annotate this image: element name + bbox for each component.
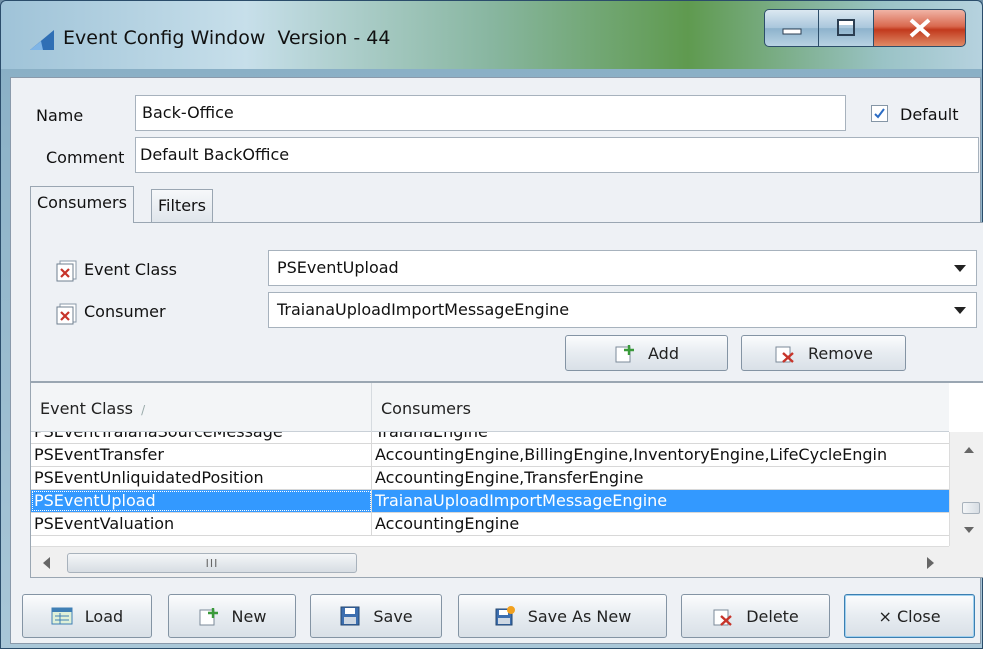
remove-button-label: Remove <box>808 343 873 363</box>
new-icon <box>199 608 218 626</box>
checkmark-icon <box>874 108 885 119</box>
event-class-dropdown[interactable]: PSEventUpload <box>268 250 977 286</box>
save-button-label: Save <box>373 606 413 626</box>
consumer-label: Consumer <box>84 302 166 321</box>
cell-consumers: TraianaEngine <box>372 432 949 443</box>
scroll-left-arrow-icon[interactable] <box>43 557 50 569</box>
cell-event-class: PSEventTraianaSourceMessage <box>31 432 372 443</box>
dropdown-arrow-icon <box>954 265 966 272</box>
default-label: Default <box>900 105 959 124</box>
vertical-scrollbar[interactable] <box>949 432 983 546</box>
scroll-grip: III <box>205 556 219 570</box>
column-header-label: Event Class <box>40 399 134 418</box>
table-row-selected[interactable]: PSEventUpload TraianaUploadImportMessage… <box>31 490 949 513</box>
consumer-value: TraianaUploadImportMessageEngine <box>277 300 570 319</box>
footer-toolbar: Load New Save Save As New Delete × Close <box>11 584 980 642</box>
minimize-icon <box>782 28 801 35</box>
column-header-label: Consumers <box>381 399 471 418</box>
column-header-consumers[interactable]: Consumers <box>372 383 949 432</box>
save-as-new-button[interactable]: Save As New <box>458 594 667 638</box>
new-button-label: New <box>231 606 267 626</box>
delete-icon <box>713 609 733 626</box>
maximize-icon <box>837 19 855 36</box>
sort-indicator-icon: / <box>141 403 146 417</box>
maximize-button[interactable] <box>819 9 874 47</box>
event-class-label: Event Class <box>84 260 178 279</box>
save-button[interactable]: Save <box>310 594 442 638</box>
minimize-button[interactable] <box>764 9 819 47</box>
scroll-right-arrow-icon[interactable] <box>927 557 934 569</box>
add-button-label: Add <box>648 343 679 363</box>
add-icon <box>615 345 634 363</box>
window-close-button[interactable] <box>874 9 966 47</box>
window-content: Name Back-Office Default Comment Default… <box>10 77 983 644</box>
table-row[interactable]: PSEventUnliquidatedPosition AccountingEn… <box>31 467 949 490</box>
add-button[interactable]: Add <box>565 335 728 371</box>
scroll-up-arrow-icon[interactable] <box>964 447 974 453</box>
default-checkbox[interactable] <box>871 105 888 122</box>
table-row[interactable]: PSEventTraianaSourceMessage TraianaEngin… <box>31 432 949 444</box>
event-class-value: PSEventUpload <box>277 258 399 277</box>
consumer-dropdown[interactable]: TraianaUploadImportMessageEngine <box>268 292 977 328</box>
comment-label: Comment <box>46 148 125 167</box>
cell-event-class: PSEventUpload <box>31 490 372 512</box>
remove-button[interactable]: Remove <box>741 335 906 371</box>
load-icon <box>51 607 73 625</box>
remove-icon <box>775 346 794 363</box>
horizontal-scrollbar[interactable]: III <box>31 546 949 577</box>
remove-consumer-icon[interactable] <box>56 303 78 325</box>
cell-consumers: TraianaUploadImportMessageEngine <box>375 491 668 510</box>
delete-button[interactable]: Delete <box>681 594 830 638</box>
save-icon <box>340 606 360 626</box>
table-row[interactable]: PSEventValuation AccountingEngine <box>31 513 949 536</box>
event-consumers-table: Event Class / Consumers PSEventTraianaSo… <box>30 382 983 578</box>
comment-input[interactable]: Default BackOffice <box>135 137 979 173</box>
tab-consumers[interactable]: Consumers <box>30 186 134 223</box>
table-header: Event Class / Consumers <box>31 383 949 432</box>
event-config-window: Event Config Window Version - 44 Name Ba… <box>0 0 983 649</box>
table-body: PSEventTraianaSourceMessage TraianaEngin… <box>31 432 949 546</box>
cell-consumers: AccountingEngine,TransferEngine <box>375 468 644 487</box>
name-input[interactable]: Back-Office <box>135 95 846 131</box>
load-button-label: Load <box>84 606 124 626</box>
close-button-label: × Close <box>878 606 941 626</box>
cell-event-class: PSEventTransfer <box>31 444 372 466</box>
title-bar[interactable]: Event Config Window Version - 44 <box>1 1 982 69</box>
cell-consumers: AccountingEngine <box>375 514 520 533</box>
table-row[interactable]: PSEventTransfer AccountingEngine,Billing… <box>31 444 949 467</box>
delete-button-label: Delete <box>746 606 799 626</box>
cell-event-class: PSEventValuation <box>31 513 372 535</box>
close-button[interactable]: × Close <box>844 594 975 638</box>
horizontal-scroll-thumb[interactable]: III <box>67 553 357 573</box>
save-as-new-button-label: Save As New <box>527 606 632 626</box>
dropdown-arrow-icon <box>954 307 966 314</box>
scroll-down-arrow-icon[interactable] <box>964 527 974 533</box>
window-controls <box>764 9 966 47</box>
name-label: Name <box>36 106 84 125</box>
load-button[interactable]: Load <box>22 594 152 638</box>
tab-filters[interactable]: Filters <box>151 189 213 223</box>
app-icon <box>30 30 54 50</box>
column-header-event-class[interactable]: Event Class / <box>31 383 372 432</box>
cell-event-class: PSEventUnliquidatedPosition <box>31 467 372 489</box>
vertical-scroll-thumb[interactable] <box>962 502 980 514</box>
scroll-corner <box>949 546 983 577</box>
cell-consumers: AccountingEngine,BillingEngine,Inventory… <box>375 445 888 464</box>
close-icon <box>909 18 930 38</box>
window-title: Event Config Window Version - 44 <box>63 27 391 49</box>
remove-event-class-icon[interactable] <box>56 260 78 282</box>
new-button[interactable]: New <box>168 594 296 638</box>
save-as-new-icon <box>495 606 515 626</box>
